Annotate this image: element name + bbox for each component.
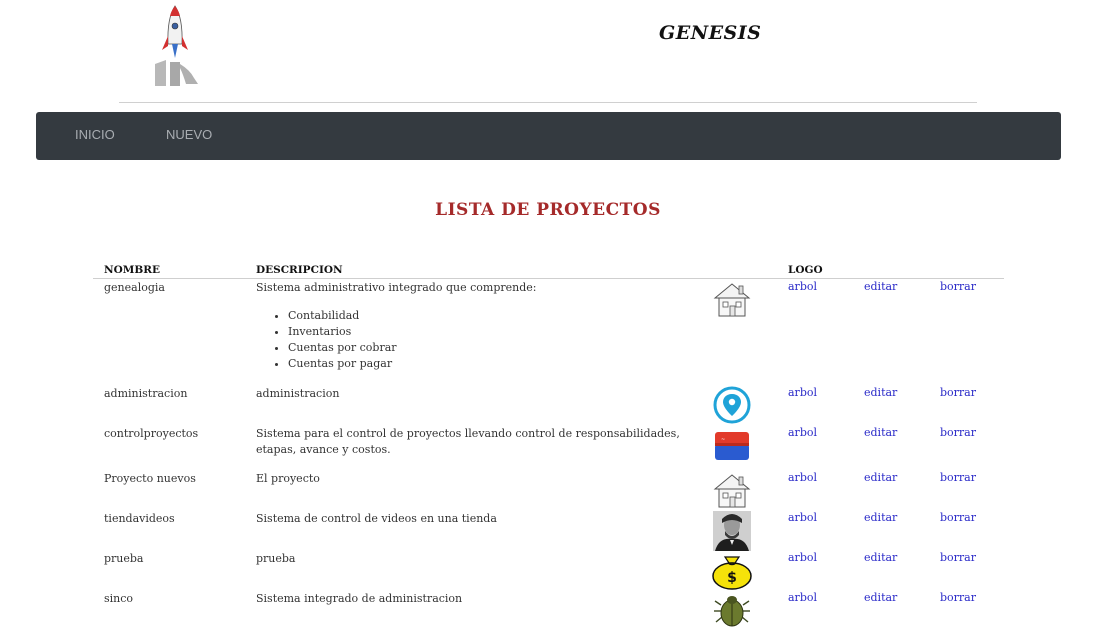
project-name: genealogia [104, 281, 165, 294]
house-icon [713, 283, 751, 317]
arbol-link[interactable]: arbol [788, 426, 817, 439]
list-item: Contabilidad [288, 308, 696, 324]
eraser-icon: ~ [715, 432, 749, 460]
project-name: administracion [104, 387, 188, 400]
editar-link[interactable]: editar [864, 591, 897, 604]
beetle-icon [714, 596, 750, 627]
arbol-link[interactable]: arbol [788, 471, 817, 484]
project-name: controlproyectos [104, 427, 199, 440]
house-icon [713, 474, 751, 508]
editar-link[interactable]: editar [864, 511, 897, 524]
editar-link[interactable]: editar [864, 280, 897, 293]
svg-text:$: $ [727, 570, 737, 586]
brand-title: GENESIS [659, 22, 762, 44]
editar-link[interactable]: editar [864, 551, 897, 564]
arbol-link[interactable]: arbol [788, 511, 817, 524]
arbol-link[interactable]: arbol [788, 551, 817, 564]
project-description: El proyecto [256, 472, 320, 485]
arbol-link[interactable]: arbol [788, 386, 817, 399]
editar-link[interactable]: editar [864, 386, 897, 399]
borrar-link[interactable]: borrar [940, 551, 976, 564]
arbol-link[interactable]: arbol [788, 591, 817, 604]
project-description: prueba [256, 552, 296, 565]
project-name: sinco [104, 592, 134, 605]
project-description: Sistema para el control de proyectos lle… [256, 427, 680, 456]
project-description: Sistema de control de videos en una tien… [256, 512, 497, 525]
project-name: Proyecto nuevos [104, 472, 196, 485]
description-list: Contabilidad Inventarios Cuentas por cob… [256, 308, 696, 372]
page-title: LISTA DE PROYECTOS [435, 200, 661, 220]
column-header-logo: LOGO [788, 264, 823, 276]
header-divider [119, 102, 977, 103]
arbol-link[interactable]: arbol [788, 280, 817, 293]
table-header-rule [93, 278, 1004, 279]
money-bag-icon: $ [712, 556, 752, 590]
column-header-nombre: NOMBRE [104, 264, 160, 276]
editar-link[interactable]: editar [864, 471, 897, 484]
nav-link-inicio[interactable]: INICIO [75, 127, 115, 142]
borrar-link[interactable]: borrar [940, 511, 976, 524]
borrar-link[interactable]: borrar [940, 426, 976, 439]
column-header-descripcion: DESCRIPCION [256, 264, 343, 276]
list-item: Cuentas por cobrar [288, 340, 696, 356]
nav-link-nuevo[interactable]: NUEVO [166, 127, 212, 142]
rocket-logo-icon [155, 5, 198, 86]
project-name: tiendavideos [104, 512, 175, 525]
borrar-link[interactable]: borrar [940, 471, 976, 484]
project-description: administracion [256, 387, 340, 400]
project-description: Sistema integrado de administracion [256, 592, 463, 605]
editar-link[interactable]: editar [864, 426, 897, 439]
borrar-link[interactable]: borrar [940, 280, 976, 293]
map-pin-icon [713, 386, 751, 424]
svg-text:~: ~ [721, 437, 725, 443]
project-description: Sistema administrativo integrado que com… [256, 280, 696, 372]
borrar-link[interactable]: borrar [940, 386, 976, 399]
description-text: Sistema administrativo integrado que com… [256, 281, 537, 294]
portrait-icon [713, 511, 751, 551]
list-item: Inventarios [288, 324, 696, 340]
navbar: INICIO NUEVO [36, 112, 1061, 160]
project-name: prueba [104, 552, 144, 565]
borrar-link[interactable]: borrar [940, 591, 976, 604]
list-item: Cuentas por pagar [288, 356, 696, 372]
